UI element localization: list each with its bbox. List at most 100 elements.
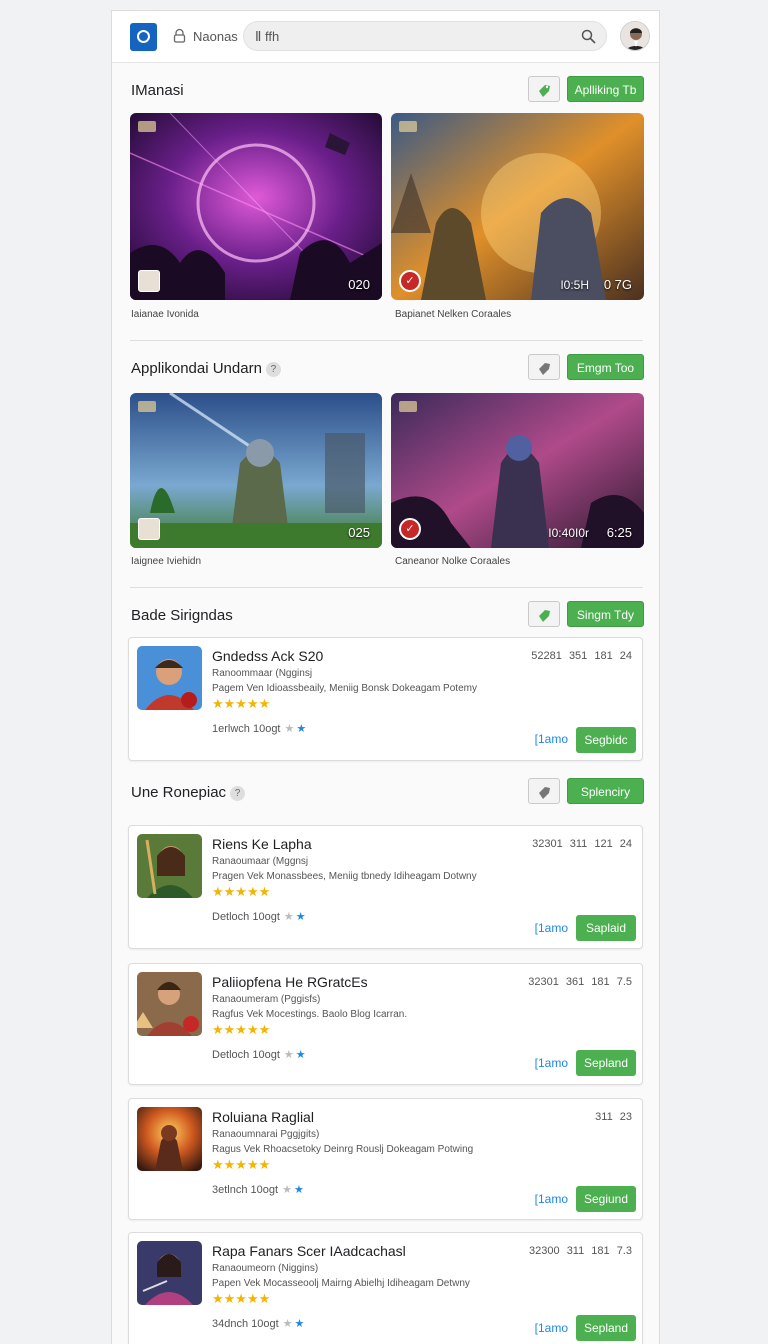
app-icon <box>137 834 202 898</box>
section-divider <box>130 340 643 341</box>
app-meta: 32300 311 181 7.3 <box>529 1245 632 1257</box>
app-footer-text: Detloch 10ogt <box>212 1049 280 1061</box>
thumb-tag <box>399 401 417 412</box>
section-4-action-button[interactable]: Splenciry <box>567 778 644 804</box>
top-bar: Naonas Ⅱ ffh <box>112 11 659 63</box>
star-icon: ★ <box>283 911 294 923</box>
thumb-caption: Iaianae Ivonida <box>131 309 199 320</box>
app-subtitle: Ranaoumnarai Pggjgits) <box>212 1129 320 1140</box>
search-query[interactable]: Ⅱ ffh <box>255 29 279 45</box>
app-subtitle: Ranaoumeorn (Niggins) <box>212 1263 319 1274</box>
app-footer: Detloch 10ogt ★ ★ <box>212 910 306 923</box>
app-link[interactable]: [1amo <box>535 1056 568 1070</box>
app-link[interactable]: [1amo <box>535 732 568 746</box>
banner-thumb-1[interactable]: 020 <box>130 113 382 300</box>
app-action-button[interactable]: Sepland <box>576 1315 636 1341</box>
app-subtitle: Ranaoumeram (Pggisfs) <box>212 994 321 1005</box>
app-title: Roluiana Raglial <box>212 1109 314 1125</box>
user-avatar[interactable] <box>620 21 650 51</box>
rating-stars-icon: ★★★★★ <box>212 1022 271 1037</box>
app-card[interactable]: Gndedss Ack S20 Ranoommaar (Ngginsj Page… <box>128 637 643 761</box>
section-title-4: Une Ronepiac? <box>131 784 246 801</box>
thumb-time: 6:25 <box>606 525 632 540</box>
thumb-tag <box>138 121 156 132</box>
app-description: Pragen Vek Monassbees, Meniig tbnedy Idi… <box>212 871 477 882</box>
app-footer: 3etlnch 10ogt ★ ★ <box>212 1183 304 1196</box>
rating-stars-icon: ★★★★★ <box>212 884 271 899</box>
banner-thumb-2[interactable]: ✓ I0:5H 0 7G <box>391 113 644 300</box>
app-card[interactable]: Paliiopfena He RGratcEs Ranaoumeram (Pgg… <box>128 963 643 1085</box>
app-action-button[interactable]: Sepland <box>576 1050 636 1076</box>
app-card[interactable]: Riens Ke Lapha Ranaoumaar (Mggnsj Pragen… <box>128 825 643 949</box>
app-link[interactable]: [1amo <box>535 1192 568 1206</box>
rating-stars-icon: ★★★★★ <box>212 696 271 711</box>
app-subtitle: Ranoommaar (Ngginsj <box>212 668 313 679</box>
app-card[interactable]: Rapa Fanars Scer IAadcachasl Ranaoumeorn… <box>128 1232 643 1344</box>
app-subtitle: Ranaoumaar (Mggnsj <box>212 856 309 867</box>
thumb-time: 020 <box>348 277 370 292</box>
app-logo-icon[interactable] <box>130 23 157 51</box>
tag-icon <box>539 85 550 97</box>
section-1-action-button[interactable]: Aplliking Tb <box>567 76 644 102</box>
help-icon[interactable]: ? <box>265 362 281 377</box>
section-title-4-text: Une Ronepiac <box>131 784 227 801</box>
section-title-2-text: Applikondai Undarn <box>131 360 262 377</box>
section-2-action-button[interactable]: Emgm Too <box>567 354 644 380</box>
search-input[interactable]: Ⅱ ffh <box>243 21 607 51</box>
app-icon <box>137 1241 202 1305</box>
app-meta: 311 23 <box>595 1111 632 1123</box>
verified-badge-icon: ✓ <box>399 518 421 540</box>
game-art-robot <box>130 393 382 548</box>
brand-label: Naonas <box>193 29 238 44</box>
star-icon: ★ <box>296 723 307 735</box>
thumb-tag <box>399 121 417 132</box>
app-link[interactable]: [1amo <box>535 1321 568 1335</box>
thumb-time: 025 <box>348 525 370 540</box>
app-footer-text: 1erlwch 10ogt <box>212 723 281 735</box>
app-title: Paliiopfena He RGratcEs <box>212 974 368 990</box>
thumb-time-secondary: I0:40I0r <box>548 526 589 540</box>
app-title: Gndedss Ack S20 <box>212 648 324 664</box>
app-action-button[interactable]: Saplaid <box>576 915 636 941</box>
rating-stars-icon: ★★★★★ <box>212 1291 271 1306</box>
star-icon: ★ <box>295 1049 306 1061</box>
game-art-purple <box>130 113 382 300</box>
thumb-avatar <box>138 270 160 292</box>
app-link[interactable]: [1amo <box>535 921 568 935</box>
app-footer-text: 3etlnch 10ogt <box>212 1184 279 1196</box>
app-icon <box>137 972 202 1036</box>
section-3-action-button[interactable]: Singm Tdy <box>567 601 644 627</box>
app-title: Riens Ke Lapha <box>212 836 312 852</box>
tag-icon <box>539 787 550 799</box>
app-footer: 1erlwch 10ogt ★ ★ <box>212 722 306 735</box>
app-action-button[interactable]: Segiund <box>576 1186 636 1212</box>
thumb-avatar <box>138 518 160 540</box>
app-description: Pagem Ven Idioassbeaily, Meniig Bonsk Do… <box>212 683 477 694</box>
section-title-1: IManasi <box>131 82 184 99</box>
section-4-icon-button[interactable] <box>528 778 560 804</box>
thumb-tag <box>138 401 156 412</box>
banner-thumb-4[interactable]: ✓ I0:40I0r 6:25 <box>391 393 644 548</box>
section-2-icon-button[interactable] <box>528 354 560 380</box>
thumb-time: 0 7G <box>603 277 632 292</box>
app-meta: 32301 361 181 7.5 <box>528 976 632 988</box>
section-title-3: Bade Sirigndas <box>131 607 233 624</box>
help-icon[interactable]: ? <box>230 786 246 801</box>
banner-thumb-3[interactable]: 025 <box>130 393 382 548</box>
search-icon[interactable] <box>581 29 596 44</box>
app-card[interactable]: Roluiana Raglial Ranaoumnarai Pggjgits) … <box>128 1098 643 1220</box>
star-icon: ★ <box>282 1184 292 1196</box>
section-title-2: Applikondai Undarn? <box>131 360 281 377</box>
app-footer: Detloch 10ogt ★ ★ <box>212 1048 306 1061</box>
thumb-caption: Iaignee Iviehidn <box>131 556 202 567</box>
star-icon: ★ <box>283 1049 294 1061</box>
star-icon: ★ <box>294 1318 305 1330</box>
star-icon: ★ <box>284 723 295 735</box>
verified-badge-icon: ✓ <box>399 270 421 292</box>
app-footer-text: 34dnch 10ogt <box>212 1318 279 1330</box>
app-action-button[interactable]: Segbidc <box>576 727 636 753</box>
rating-stars-icon: ★★★★★ <box>212 1157 271 1172</box>
section-1-icon-button[interactable] <box>528 76 560 102</box>
section-3-icon-button[interactable] <box>528 601 560 627</box>
thumb-caption: Bapianet Nelken Coraales <box>395 309 512 320</box>
